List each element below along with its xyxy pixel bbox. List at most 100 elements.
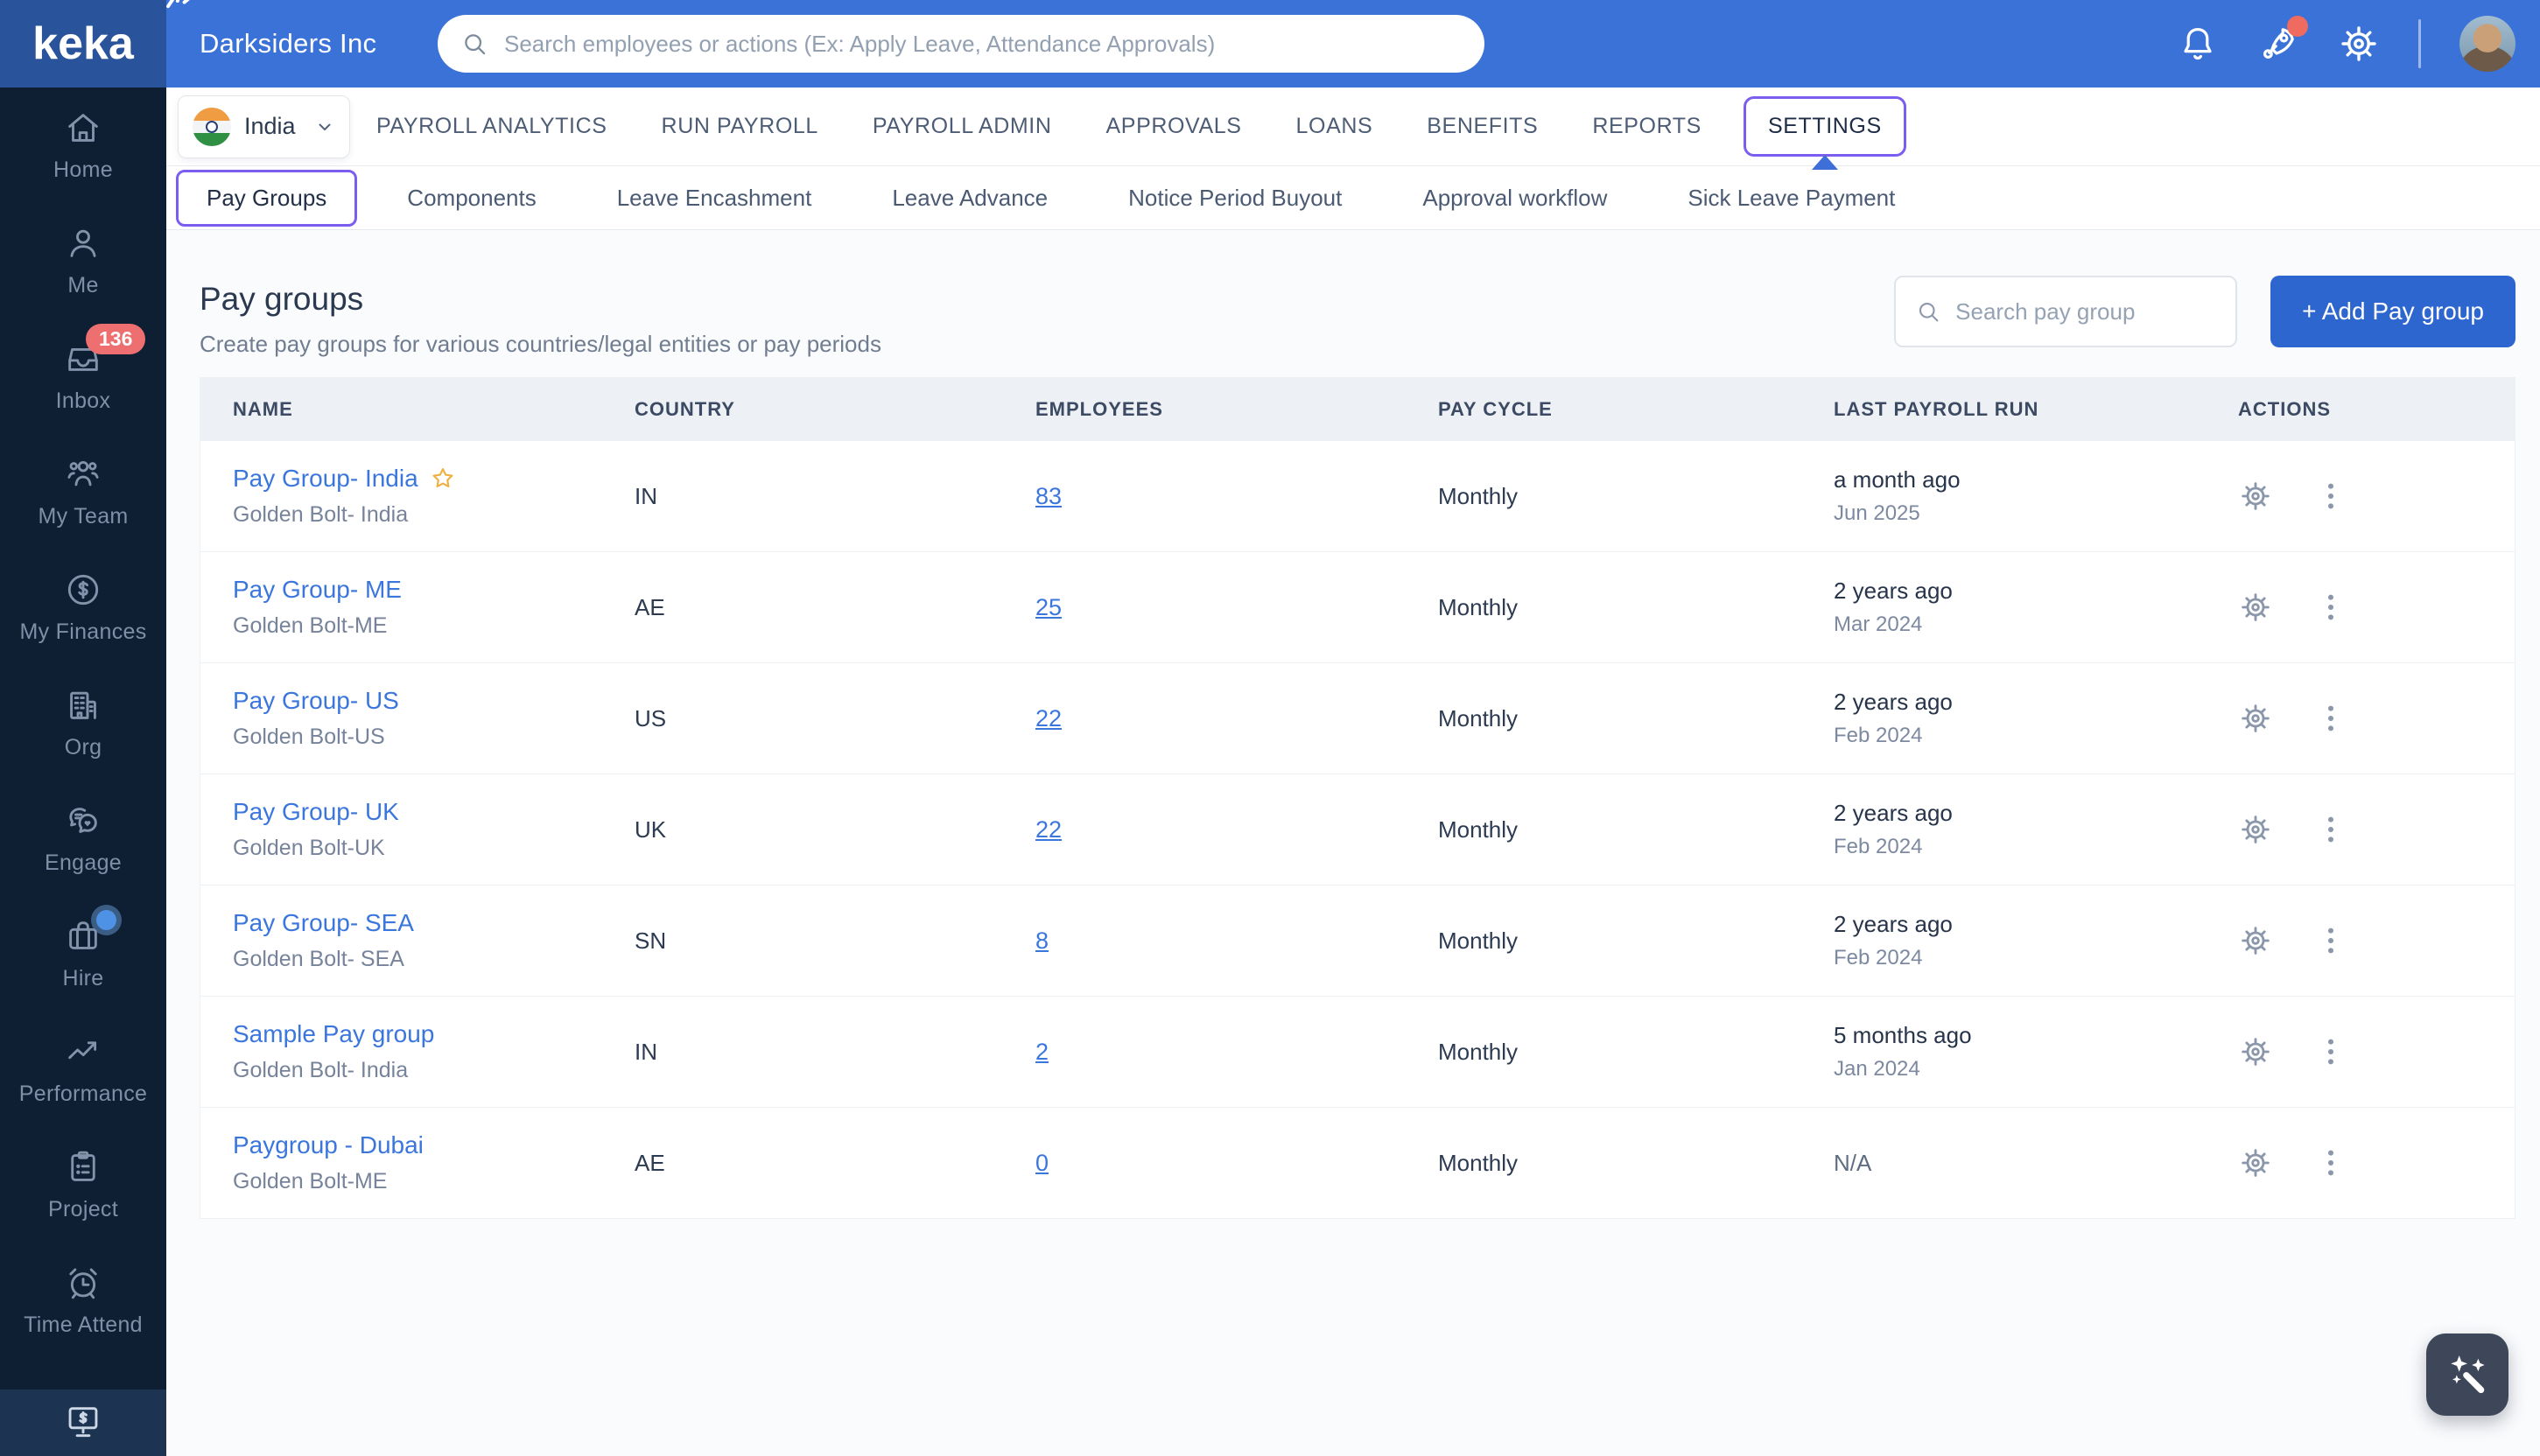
row-settings-gear-icon[interactable] <box>2238 701 2273 736</box>
subtab-leave-advance[interactable]: Leave Advance <box>892 185 1048 212</box>
pay-group-name-link[interactable]: Pay Group- UK <box>233 798 399 826</box>
row-settings-gear-icon[interactable] <box>2238 1145 2273 1180</box>
subtab-components[interactable]: Components <box>407 185 536 212</box>
row-more-kebab-icon[interactable] <box>2313 701 2348 736</box>
logo-spark-icon <box>163 0 198 16</box>
employee-count-link[interactable]: 22 <box>1035 816 1062 843</box>
column-header-pay-cycle: PAY CYCLE <box>1415 398 1811 421</box>
sidebar-item-hire[interactable]: Hire <box>0 896 166 1012</box>
country-code: UK <box>612 816 1013 844</box>
page-subtitle: Create pay groups for various countries/… <box>200 331 881 358</box>
employee-count-link[interactable]: 22 <box>1035 705 1062 732</box>
tab-payroll-analytics[interactable]: PAYROLL ANALYTICS <box>376 114 607 139</box>
column-header-actions: ACTIONS <box>2215 398 2515 421</box>
sidebar-item-payroll[interactable] <box>0 1390 166 1456</box>
user-avatar[interactable] <box>2459 16 2515 72</box>
row-more-kebab-icon[interactable] <box>2313 1034 2348 1069</box>
employee-count-link[interactable]: 25 <box>1035 594 1062 620</box>
row-settings-gear-icon[interactable] <box>2238 923 2273 958</box>
tab-run-payroll[interactable]: RUN PAYROLL <box>662 114 818 139</box>
sidebar-item-performance[interactable]: Performance <box>0 1012 166 1127</box>
magic-wand-button[interactable] <box>2426 1334 2508 1416</box>
finances-icon <box>63 570 103 610</box>
table-row: Pay Group- UK Golden Bolt-UK UK 22 Month… <box>200 774 2515 886</box>
pay-cycle: Monthly <box>1415 594 1811 621</box>
pay-group-name-link[interactable]: Pay Group- US <box>233 687 399 715</box>
tab-reports[interactable]: REPORTS <box>1592 114 1702 139</box>
global-search[interactable] <box>438 15 1484 73</box>
legal-entity-name: Golden Bolt-ME <box>233 613 612 639</box>
chevron-down-icon <box>314 116 335 137</box>
keka-logo: keka <box>0 0 166 88</box>
sidebar-item-project[interactable]: Project <box>0 1127 166 1242</box>
module-nav: India PAYROLL ANALYTICS RUN PAYROLL PAYROL… <box>166 88 2540 166</box>
table-row: Pay Group- US Golden Bolt-US US 22 Month… <box>200 663 2515 774</box>
row-more-kebab-icon[interactable] <box>2313 590 2348 625</box>
subtab-leave-encashment[interactable]: Leave Encashment <box>617 185 812 212</box>
notifications-bell-icon[interactable] <box>2177 23 2219 65</box>
whats-new-rocket-icon[interactable] <box>2257 23 2299 65</box>
row-settings-gear-icon[interactable] <box>2238 812 2273 847</box>
row-settings-gear-icon[interactable] <box>2238 479 2273 514</box>
pay-group-name-link[interactable]: Paygroup - Dubai <box>233 1131 424 1159</box>
settings-gear-icon[interactable] <box>2338 23 2380 65</box>
legal-entity-name: Golden Bolt-UK <box>233 836 612 861</box>
tab-benefits[interactable]: BENEFITS <box>1427 114 1538 139</box>
tab-loans[interactable]: LOANS <box>1296 114 1373 139</box>
magic-wand-icon <box>2443 1350 2492 1399</box>
engage-icon <box>63 801 103 841</box>
subtab-approval-workflow[interactable]: Approval workflow <box>1422 185 1607 212</box>
tab-settings[interactable]: SETTINGS <box>1744 96 1906 157</box>
row-settings-gear-icon[interactable] <box>2238 1034 2273 1069</box>
table-row: Sample Pay group Golden Bolt- India IN 2… <box>200 997 2515 1108</box>
legal-entity-name: Golden Bolt- SEA <box>233 947 612 972</box>
column-header-country: COUNTRY <box>612 398 1013 421</box>
sidebar-item-my-finances[interactable]: My Finances <box>0 550 166 665</box>
subtab-notice-period-buyout[interactable]: Notice Period Buyout <box>1128 185 1342 212</box>
time-attend-icon <box>63 1263 103 1303</box>
pay-cycle: Monthly <box>1415 483 1811 510</box>
country-code: US <box>612 705 1013 732</box>
sidebar-item-home[interactable]: Home <box>0 88 166 203</box>
row-more-kebab-icon[interactable] <box>2313 1145 2348 1180</box>
tab-payroll-admin[interactable]: PAYROLL ADMIN <box>873 114 1052 139</box>
topbar: Darksiders Inc <box>166 0 2540 88</box>
legal-entity-name: Golden Bolt- India <box>233 502 612 528</box>
column-header-name: NAME <box>200 398 612 421</box>
sidebar-item-me[interactable]: Me <box>0 203 166 318</box>
global-search-input[interactable] <box>504 31 1462 58</box>
sidebar-item-my-team[interactable]: My Team <box>0 434 166 550</box>
pay-group-name-link[interactable]: Pay Group- India <box>233 465 418 493</box>
add-pay-group-button[interactable]: + Add Pay group <box>2270 276 2515 347</box>
pay-group-search[interactable] <box>1894 276 2237 347</box>
sidebar-item-time-attend[interactable]: Time Attend <box>0 1242 166 1358</box>
sidebar: keka Home Me Inbox 136 My Team My Financ… <box>0 0 166 1456</box>
pay-group-search-input[interactable] <box>1955 298 2216 326</box>
row-settings-gear-icon[interactable] <box>2238 590 2273 625</box>
subtab-pay-groups[interactable]: Pay Groups <box>176 170 357 227</box>
row-more-kebab-icon[interactable] <box>2313 812 2348 847</box>
sidebar-item-org[interactable]: Org <box>0 665 166 780</box>
country-code: IN <box>612 483 1013 510</box>
sidebar-item-inbox[interactable]: Inbox 136 <box>0 318 166 434</box>
search-icon <box>1915 298 1941 325</box>
legal-entity-selector[interactable]: India <box>178 95 350 158</box>
column-header-employees: EMPLOYEES <box>1013 398 1415 421</box>
employee-count-link[interactable]: 0 <box>1035 1150 1049 1176</box>
country-code: AE <box>612 1150 1013 1177</box>
row-more-kebab-icon[interactable] <box>2313 923 2348 958</box>
inbox-count-badge: 136 <box>86 324 145 354</box>
pay-groups-table: NAMECOUNTRYEMPLOYEESPAY CYCLELAST PAYROL… <box>200 377 2515 1219</box>
subtab-sick-leave-payment[interactable]: Sick Leave Payment <box>1687 185 1895 212</box>
employee-count-link[interactable]: 83 <box>1035 483 1062 509</box>
keka-logo-text: keka <box>32 18 134 70</box>
pay-group-name-link[interactable]: Sample Pay group <box>233 1020 434 1048</box>
pay-group-name-link[interactable]: Pay Group- ME <box>233 576 402 604</box>
employee-count-link[interactable]: 2 <box>1035 1039 1049 1065</box>
pay-group-name-link[interactable]: Pay Group- SEA <box>233 909 414 937</box>
sidebar-item-engage[interactable]: Engage <box>0 780 166 896</box>
project-icon <box>63 1147 103 1187</box>
tab-approvals[interactable]: APPROVALS <box>1106 114 1242 139</box>
employee-count-link[interactable]: 8 <box>1035 928 1049 954</box>
row-more-kebab-icon[interactable] <box>2313 479 2348 514</box>
